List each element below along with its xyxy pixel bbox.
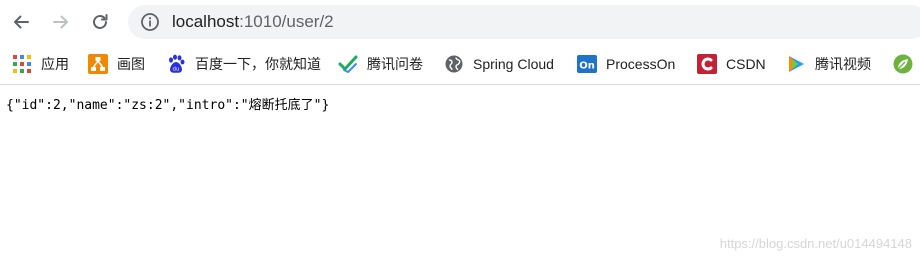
bookmarks-bar: 应用 画图 du 百度一下，你就知道 腾讯问卷 Spring Cloud On … [0, 44, 920, 85]
arrow-left-icon [14, 15, 29, 29]
apps-grid-icon [13, 55, 31, 73]
address-bar[interactable]: localhost:1010/user/2 [128, 5, 920, 39]
bookmark-tencent-video[interactable]: 腾讯视频 [786, 52, 871, 76]
json-response-text: {"id":2,"name":"zs:2","intro":"熔断托底了"} [6, 98, 330, 113]
globe-icon [445, 55, 463, 73]
bookmark-label: 画图 [117, 56, 145, 72]
bookmark-spring[interactable] [893, 52, 913, 76]
browser-toolbar: localhost:1010/user/2 [0, 0, 920, 44]
url-host: localhost [172, 12, 240, 31]
bookmark-label: ProcessOn [606, 56, 676, 72]
bookmark-drawio[interactable]: 画图 [88, 52, 145, 76]
back-button[interactable] [8, 9, 34, 35]
url-text[interactable]: localhost:1010/user/2 [172, 5, 334, 39]
bookmark-apps[interactable]: 应用 [12, 52, 69, 76]
bookmark-label: Spring Cloud [473, 56, 554, 72]
bookmark-csdn[interactable]: CSDN [697, 52, 766, 76]
svg-text:du: du [173, 67, 180, 73]
tencent-video-icon [789, 56, 804, 72]
bookmark-baidu[interactable]: du 百度一下，你就知道 [166, 52, 321, 76]
processon-icon: On [577, 55, 597, 73]
bookmark-label: 百度一下，你就知道 [195, 56, 321, 72]
bookmark-processon[interactable]: On ProcessOn [577, 52, 675, 76]
url-path: :1010/user/2 [239, 12, 334, 31]
bookmark-label: 应用 [41, 56, 69, 72]
watermark: https://blog.csdn.net/u014494148 [719, 236, 912, 251]
forward-button[interactable] [48, 9, 74, 35]
reload-icon [93, 14, 108, 29]
bookmark-label: 腾讯问卷 [367, 56, 423, 72]
baidu-paw-icon: du [169, 54, 185, 73]
drawio-icon [88, 54, 108, 74]
bookmark-tencent-survey[interactable]: 腾讯问卷 [338, 52, 423, 76]
bookmark-spring-cloud[interactable]: Spring Cloud [444, 52, 554, 76]
arrow-right-icon [53, 15, 68, 29]
reload-button[interactable] [87, 9, 113, 35]
info-icon[interactable] [140, 12, 160, 32]
svg-text:On: On [579, 61, 595, 72]
tencent-survey-icon [338, 55, 358, 73]
spring-leaf-icon [893, 54, 913, 74]
bookmark-label: 腾讯视频 [815, 56, 871, 72]
bookmark-label: CSDN [726, 56, 766, 72]
csdn-icon [697, 54, 717, 74]
